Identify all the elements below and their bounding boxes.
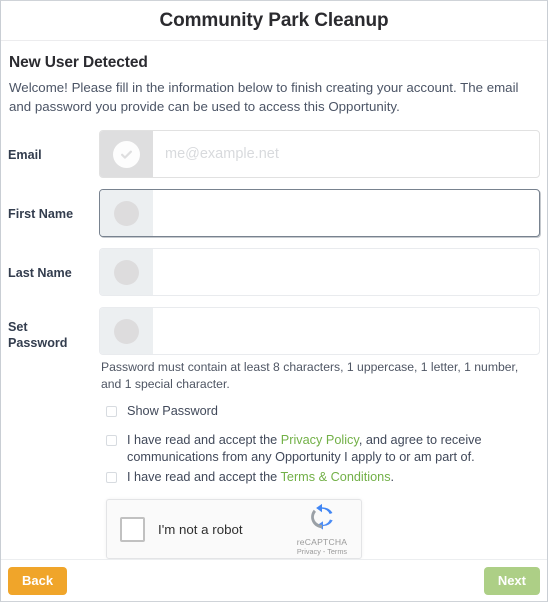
recaptcha-legal-links[interactable]: Privacy - Terms	[289, 547, 355, 556]
password-hint: Password must contain at least 8 charact…	[101, 360, 519, 391]
field-label-email: Email	[8, 148, 42, 162]
signup-dialog: Community Park Cleanup New User Detected…	[0, 0, 548, 602]
field-label-last-name: Last Name	[8, 266, 72, 280]
field-row-last-name: Last Name	[8, 248, 540, 296]
field-label-set-password-line1: Set	[8, 320, 28, 334]
consent-block: Show Password I have read and accept the…	[106, 403, 540, 486]
dialog-footer: Back Next	[1, 559, 547, 601]
email-prefix	[100, 131, 153, 177]
recaptcha-label: I'm not a robot	[158, 521, 243, 537]
user-circle-icon	[114, 200, 139, 226]
password-input[interactable]	[153, 308, 539, 354]
email-input[interactable]	[153, 131, 539, 177]
show-password-checkbox[interactable]	[106, 406, 117, 417]
check-circle-icon	[113, 140, 140, 168]
page-title: Community Park Cleanup	[159, 9, 389, 31]
recaptcha-logo-icon	[311, 503, 333, 530]
terms-consent-row[interactable]: I have read and accept the Terms & Condi…	[106, 469, 540, 487]
terms-consent-label: I have read and accept the Terms & Condi…	[127, 469, 394, 487]
last-name-input[interactable]	[153, 249, 539, 295]
last-name-prefix	[100, 249, 153, 295]
field-row-email: Email	[8, 130, 540, 178]
lock-circle-icon	[114, 318, 139, 344]
recaptcha-widget[interactable]: I'm not a robot reCAPTCHA Privacy - Term…	[106, 499, 362, 559]
terms-text-after: .	[390, 469, 395, 484]
email-input-group[interactable]	[99, 130, 540, 178]
dialog-body: New User Detected Welcome! Please fill i…	[1, 41, 547, 559]
back-button[interactable]: Back	[8, 566, 68, 595]
intro-text: Welcome! Please fill in the information …	[9, 80, 519, 114]
field-row-set-password: Set Password Password must contain at le…	[8, 307, 540, 392]
privacy-text-before: I have read and accept the	[127, 432, 281, 447]
dialog-header: Community Park Cleanup	[1, 1, 547, 41]
section-title: New User Detected	[9, 54, 148, 71]
terms-text-before: I have read and accept the	[127, 469, 281, 484]
user-circle-icon	[114, 259, 139, 285]
next-button[interactable]: Next	[483, 566, 540, 595]
privacy-consent-row[interactable]: I have read and accept the Privacy Polic…	[106, 432, 540, 467]
privacy-consent-label: I have read and accept the Privacy Polic…	[127, 432, 487, 467]
field-row-first-name: First Name	[8, 189, 540, 237]
privacy-consent-checkbox[interactable]	[106, 434, 117, 446]
last-name-input-group[interactable]	[99, 248, 540, 296]
field-label-set-password: Set Password	[8, 307, 99, 351]
terms-consent-checkbox[interactable]	[106, 471, 117, 483]
terms-conditions-link[interactable]: Terms & Conditions	[281, 470, 391, 484]
first-name-input-group[interactable]	[99, 189, 540, 237]
privacy-policy-link[interactable]: Privacy Policy	[281, 433, 359, 447]
first-name-prefix	[100, 190, 153, 236]
recaptcha-branding: reCAPTCHA Privacy - Terms	[289, 503, 361, 556]
password-input-group[interactable]	[99, 307, 540, 355]
show-password-row[interactable]: Show Password	[106, 403, 540, 421]
show-password-label: Show Password	[127, 404, 218, 418]
recaptcha-brand-name: reCAPTCHA	[296, 536, 348, 547]
first-name-input[interactable]	[153, 190, 539, 236]
field-label-set-password-line2: Password	[8, 336, 68, 350]
field-label-first-name: First Name	[8, 207, 74, 221]
password-prefix	[100, 308, 153, 354]
recaptcha-checkbox[interactable]	[120, 516, 145, 542]
